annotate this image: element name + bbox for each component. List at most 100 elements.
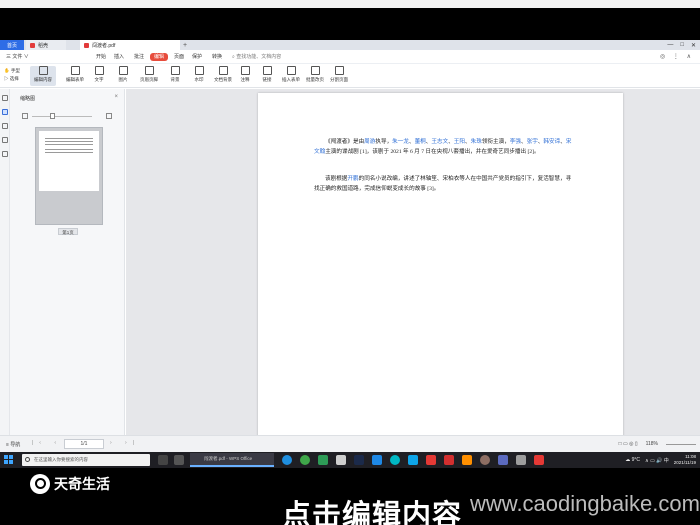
first-prev-page-buttons[interactable]: |‹ ‹ [32, 440, 62, 446]
linked-name[interactable]: 周游 [364, 139, 375, 145]
tool-split-page[interactable]: 分割页面 [326, 66, 352, 86]
edge-icon[interactable] [282, 455, 292, 465]
paragraph-2[interactable]: 该剧根据开鹏的同名小说改编，讲述了林轴笙、宋柏衣等人在中国共产党员的指引下，复活… [314, 175, 572, 194]
linked-name[interactable]: 李强 [510, 139, 521, 145]
tab-label: 闯渡者.pdf [92, 42, 116, 49]
tool-header-footer[interactable]: 页眉页脚 [136, 66, 162, 86]
tool-label: 插入表单 [282, 77, 300, 82]
linked-name[interactable]: 朱一龙 [392, 139, 409, 145]
zoom-level[interactable]: 118% [646, 441, 658, 447]
tool-link[interactable]: 链接 [254, 66, 280, 86]
tab-document[interactable]: 闯渡者.pdf [80, 40, 180, 50]
comment-icon[interactable] [1, 123, 8, 129]
thumbnail-icon[interactable] [1, 109, 8, 115]
next-last-page-buttons[interactable]: › ›| [110, 440, 140, 446]
navigation-toggle[interactable]: ≡ 导航 [6, 441, 20, 448]
windows-start-icon[interactable] [4, 455, 13, 464]
maximize-button[interactable]: □ [680, 42, 684, 48]
bottom-banner: 天奇生活 www.caodingbaike.com 点击编辑内容 [0, 468, 700, 525]
panel-close-button[interactable]: × [114, 94, 118, 100]
wps-icon[interactable] [444, 455, 454, 465]
tool-edit-form[interactable]: 编辑表单 [62, 66, 88, 86]
background-icon [170, 66, 180, 75]
menu-start[interactable]: 开始 [94, 53, 108, 61]
select-tool[interactable]: ▷ 选择 [4, 75, 20, 83]
notepad-icon[interactable] [336, 455, 346, 465]
page-number-input[interactable]: 1/1 [64, 439, 104, 449]
wps-pdf-icon[interactable] [534, 455, 544, 465]
menu-comment[interactable]: 批注 [132, 53, 146, 61]
qq-icon[interactable] [408, 455, 418, 465]
linked-name[interactable]: 韩安谛 [543, 139, 560, 145]
hand-tool[interactable]: ✋ 手型 [4, 67, 20, 75]
tool-edit-content[interactable]: 编辑内容 [30, 66, 56, 86]
minimize-button[interactable]: — [667, 42, 673, 48]
linked-name[interactable]: 朱珠 [471, 139, 482, 145]
attachment-icon[interactable] [1, 137, 8, 143]
daoke-icon [30, 42, 35, 48]
tab-label: 稻壳 [38, 42, 49, 49]
taskbar-search-box[interactable]: 在这里输入你要搜索的内容 [22, 454, 150, 466]
tool-image[interactable]: 图片 [110, 66, 136, 86]
zoom-slider[interactable] [666, 443, 696, 445]
menu-insert[interactable]: 插入 [112, 53, 126, 61]
zoom-out-icon[interactable] [22, 113, 28, 119]
menu-protect[interactable]: 保护 [190, 53, 204, 61]
linked-name[interactable]: 王阳 [454, 139, 465, 145]
menu-edit[interactable]: 编辑 [150, 53, 169, 61]
logo-icon [30, 474, 50, 494]
text-run: 《闯渡者》是由 [325, 139, 365, 145]
zoom-in-icon[interactable] [106, 113, 112, 119]
document-area[interactable]: 《闯渡者》是由周游执导，朱一龙、董桐、王志文、王阳、朱珠领衔主演，李强、张宇、韩… [126, 89, 700, 435]
slider-knob[interactable] [50, 113, 55, 119]
linked-name[interactable]: 王志文 [431, 139, 448, 145]
wechat-icon[interactable] [318, 455, 328, 465]
bookmark-icon[interactable] [1, 95, 8, 101]
app-blue-icon[interactable] [498, 455, 508, 465]
menu-convert[interactable]: 转换 [210, 53, 224, 61]
tool-watermark[interactable]: 水印 [186, 66, 212, 86]
clock[interactable]: 11:08 2021/11/19 [674, 454, 696, 466]
annotate-icon [240, 66, 250, 75]
tool-batch-page[interactable]: 批量改页 [302, 66, 328, 86]
tray-icons[interactable]: ∧ ▭ 🔊 中 [645, 457, 669, 464]
tool-label: 链接 [262, 77, 272, 82]
tab-home[interactable]: 首页 [0, 40, 24, 50]
chrome-icon[interactable] [300, 455, 310, 465]
linked-name[interactable]: 开鹏 [347, 176, 358, 182]
menu-search[interactable]: ⌕ 查找功能、文档内容 [232, 53, 281, 61]
tool-label: 水印 [194, 77, 204, 82]
thumbnail-page-label: 第1页 [58, 228, 78, 235]
explorer-icon[interactable] [174, 455, 184, 465]
tool-text[interactable]: 文字 [86, 66, 112, 86]
new-tab-button[interactable]: + [180, 40, 190, 50]
thumbnail-zoom-slider[interactable] [22, 113, 112, 119]
taskbar-active-window[interactable]: 闯渡者.pdf - WPS Office [190, 453, 274, 467]
signature-icon[interactable] [1, 151, 8, 157]
file-menu[interactable]: 三 文件 ∨ [4, 53, 31, 61]
close-button[interactable]: ✕ [691, 42, 696, 49]
tool-insert-form[interactable]: 插入表单 [278, 66, 304, 86]
app-grey-icon[interactable] [516, 455, 526, 465]
view-mode-icons[interactable]: □ ▭ ◎ ▯ [619, 441, 638, 447]
linked-name[interactable]: 张宇 [527, 139, 538, 145]
app-orange-icon[interactable] [462, 455, 472, 465]
browser-icon[interactable] [390, 455, 400, 465]
document-page[interactable]: 《闯渡者》是由周游执导，朱一龙、董桐、王志文、王阳、朱珠领衔主演，李强、张宇、韩… [258, 93, 623, 435]
menu-page[interactable]: 页面 [172, 53, 186, 61]
hand-select-group: ✋ 手型 ▷ 选择 [4, 67, 20, 83]
linked-name[interactable]: 董桐 [415, 139, 426, 145]
paragraph-1[interactable]: 《闯渡者》是由周游执导，朱一龙、董桐、王志文、王阳、朱珠领衔主演，李强、张宇、韩… [314, 138, 572, 157]
photoshop-icon[interactable] [354, 455, 364, 465]
page-thumbnail[interactable] [35, 127, 103, 225]
panel-title: 缩略图 [20, 96, 36, 102]
app-red-icon[interactable] [426, 455, 436, 465]
dingtalk-icon[interactable] [372, 455, 382, 465]
app-brown-icon[interactable] [480, 455, 490, 465]
weather-widget[interactable]: ☁ 9°C [625, 457, 640, 463]
tool-background[interactable]: 背景 [162, 66, 188, 86]
edit-form-icon [70, 66, 80, 75]
tab-daoke[interactable]: 稻壳 [26, 40, 66, 50]
task-view-icon[interactable] [158, 455, 168, 465]
menu-right-icons[interactable]: ◎ ⋮ ∧ [660, 53, 694, 60]
